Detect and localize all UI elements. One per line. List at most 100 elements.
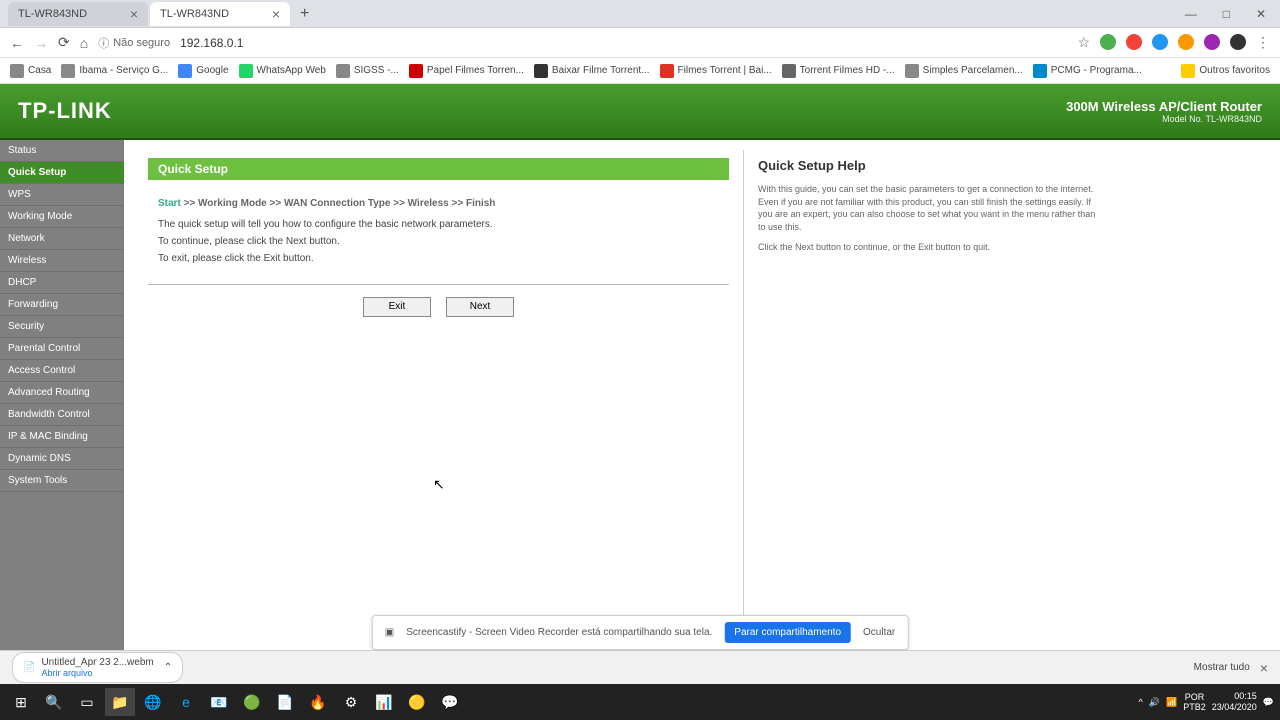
close-icon[interactable]: × (130, 6, 138, 22)
browser-tab[interactable]: TL-WR843ND × (150, 2, 290, 26)
maximize-button[interactable]: □ (1217, 5, 1236, 23)
notification-icon[interactable]: 💬 (1263, 697, 1274, 708)
task-view-icon[interactable]: ▭ (72, 688, 102, 716)
extension-icon[interactable] (1178, 34, 1194, 50)
sidebar-item-system[interactable]: System Tools (0, 470, 124, 492)
close-icon[interactable]: × (272, 6, 280, 22)
router-header: TP-LINK 300M Wireless AP/Client Router M… (0, 84, 1280, 140)
exit-button[interactable]: Exit (363, 297, 431, 317)
bookmark-item[interactable]: Ibama - Serviço G... (61, 64, 168, 78)
bookmark-item[interactable]: Torrent Filmes HD -... (782, 64, 895, 78)
breadcrumb: Start >> Working Mode >> WAN Connection … (158, 198, 729, 209)
taskbar-app[interactable]: 🟢 (237, 688, 267, 716)
intro-line: The quick setup will tell you how to con… (158, 219, 729, 230)
extensions-area: ☆ ⋮ (1077, 34, 1270, 51)
start-button[interactable]: ⊞ (6, 688, 36, 716)
taskbar-app[interactable]: 🟡 (402, 688, 432, 716)
bookmark-item[interactable]: PCMG - Programa... (1033, 64, 1142, 78)
bookmark-item[interactable]: WhatsApp Web (239, 64, 326, 78)
intro-line: To exit, please click the Exit button. (158, 253, 729, 264)
taskbar-app[interactable]: 📊 (369, 688, 399, 716)
extension-icon[interactable] (1230, 34, 1246, 50)
tray-chevron[interactable]: ^ (1139, 697, 1143, 707)
bookmark-item[interactable]: SIGSS -... (336, 64, 399, 78)
url-field[interactable]: 192.168.0.1 (180, 36, 1067, 50)
taskbar-app[interactable]: 🔥 (303, 688, 333, 716)
language-indicator[interactable]: POR PTB2 (1183, 692, 1206, 712)
minimize-button[interactable]: — (1179, 5, 1203, 23)
sidebar-item-quick-setup[interactable]: Quick Setup (0, 162, 124, 184)
forward-button[interactable]: → (34, 35, 48, 51)
tab-title: TL-WR843ND (160, 8, 229, 20)
back-button[interactable]: ← (10, 35, 24, 51)
sidebar-item-bandwidth[interactable]: Bandwidth Control (0, 404, 124, 426)
sidebar-item-parental[interactable]: Parental Control (0, 338, 124, 360)
model-number: Model No. TL-WR843ND (1066, 114, 1262, 124)
next-button[interactable]: Next (446, 297, 514, 317)
sidebar-item-security[interactable]: Security (0, 316, 124, 338)
sidebar-item-working-mode[interactable]: Working Mode (0, 206, 124, 228)
sidebar-item-binding[interactable]: IP & MAC Binding (0, 426, 124, 448)
taskbar-app[interactable]: e (171, 688, 201, 716)
tray-icon[interactable]: 📶 (1166, 697, 1177, 708)
extension-icon[interactable] (1152, 34, 1168, 50)
new-tab-button[interactable]: + (292, 5, 317, 23)
main-content: Quick Setup Start >> Working Mode >> WAN… (134, 150, 744, 640)
divider (148, 284, 729, 285)
bookmarks-bar: Casa Ibama - Serviço G... Google WhatsAp… (0, 58, 1280, 84)
download-filename: Untitled_Apr 23 2...webm (41, 657, 153, 668)
extension-icon[interactable] (1204, 34, 1220, 50)
bookmark-other[interactable]: Outros favoritos (1181, 64, 1270, 78)
sidebar-item-access[interactable]: Access Control (0, 360, 124, 382)
sidebar-item-routing[interactable]: Advanced Routing (0, 382, 124, 404)
help-text: Click the Next button to continue, or th… (758, 241, 1100, 254)
taskbar-app[interactable]: 🌐 (138, 688, 168, 716)
help-panel: Quick Setup Help With this guide, you ca… (744, 150, 1114, 640)
sidebar-item-forwarding[interactable]: Forwarding (0, 294, 124, 316)
reload-button[interactable]: ⟳ (58, 34, 70, 51)
stop-sharing-button[interactable]: Parar compartilhamento (724, 622, 851, 643)
bookmark-item[interactable]: Baixar Filme Torrent... (534, 64, 650, 78)
sidebar-item-dhcp[interactable]: DHCP (0, 272, 124, 294)
sidebar-nav: Status Quick Setup WPS Working Mode Netw… (0, 140, 124, 650)
share-text: Screencastify - Screen Video Recorder es… (406, 627, 712, 638)
browser-tab[interactable]: TL-WR843ND × (8, 2, 148, 26)
product-name: 300M Wireless AP/Client Router (1066, 99, 1262, 114)
content-title: Quick Setup (148, 158, 729, 180)
sidebar-item-status[interactable]: Status (0, 140, 124, 162)
system-tray: ^ 🔊 📶 POR PTB2 00:15 23/04/2020 💬 (1139, 691, 1274, 713)
chevron-down-icon[interactable]: ⌃ (164, 662, 172, 673)
show-all-downloads[interactable]: Mostrar tudo (1194, 662, 1250, 673)
close-window-button[interactable]: ✕ (1250, 5, 1272, 23)
star-icon[interactable]: ☆ (1077, 34, 1090, 51)
clock[interactable]: 00:15 23/04/2020 (1212, 691, 1257, 713)
bookmark-item[interactable]: Papel Filmes Torren... (409, 64, 524, 78)
menu-icon[interactable]: ⋮ (1256, 34, 1270, 51)
search-icon[interactable]: 🔍 (39, 688, 69, 716)
security-indicator[interactable]: ⓘ Não seguro (98, 35, 170, 51)
close-icon[interactable]: × (1260, 660, 1268, 676)
address-bar: ← → ⟳ ⌂ ⓘ Não seguro 192.168.0.1 ☆ ⋮ (0, 28, 1280, 58)
taskbar-app[interactable]: 💬 (435, 688, 465, 716)
sidebar-item-wireless[interactable]: Wireless (0, 250, 124, 272)
bookmark-item[interactable]: Casa (10, 64, 51, 78)
taskbar-app[interactable]: 📁 (105, 688, 135, 716)
hide-button[interactable]: Ocultar (863, 627, 895, 638)
bookmark-item[interactable]: Google (178, 64, 228, 78)
home-button[interactable]: ⌂ (80, 35, 88, 51)
logo: TP-LINK (18, 98, 112, 124)
extension-icon[interactable] (1126, 34, 1142, 50)
taskbar-app[interactable]: 📄 (270, 688, 300, 716)
help-text: With this guide, you can set the basic p… (758, 183, 1100, 233)
tray-icon[interactable]: 🔊 (1149, 697, 1160, 708)
taskbar-app[interactable]: 📧 (204, 688, 234, 716)
taskbar-app[interactable]: ⚙ (336, 688, 366, 716)
bookmark-item[interactable]: Filmes Torrent | Bai... (660, 64, 772, 78)
bookmark-item[interactable]: Simples Parcelamen... (905, 64, 1023, 78)
extension-icon[interactable] (1100, 34, 1116, 50)
sidebar-item-wps[interactable]: WPS (0, 184, 124, 206)
screen-share-notification: ▣ Screencastify - Screen Video Recorder … (372, 615, 909, 650)
sidebar-item-network[interactable]: Network (0, 228, 124, 250)
download-item[interactable]: 📄 Untitled_Apr 23 2...webm Abrir arquivo… (12, 652, 183, 683)
sidebar-item-ddns[interactable]: Dynamic DNS (0, 448, 124, 470)
